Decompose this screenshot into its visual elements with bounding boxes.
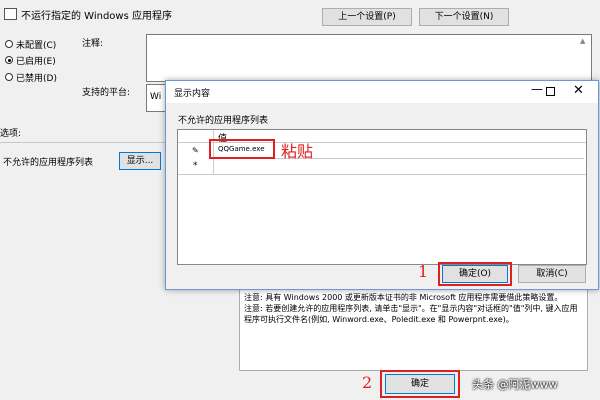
- radio-not-configured-label: 未配置(C): [16, 41, 57, 51]
- next-setting-button[interactable]: 下一个设置(N): [419, 8, 509, 26]
- window-title: 不运行指定的 Windows 应用程序: [21, 11, 172, 22]
- watermark: 头条 @阿泥www: [472, 378, 558, 391]
- prev-setting-button[interactable]: 上一个设置(P): [322, 8, 412, 26]
- dialog-title: 显示内容: [174, 89, 211, 99]
- disallowed-list-label: 不允许的应用程序列表: [3, 158, 94, 168]
- platform-label: 支持的平台:: [82, 88, 131, 98]
- help-line-2: 注意: 若要创建允许的应用程序列表, 请单击"显示"。在"显示内容"对话框的"值…: [244, 304, 578, 324]
- platform-value: Wi: [150, 92, 162, 102]
- radio-enabled-label: 已启用(E): [16, 57, 56, 67]
- radio-not-configured[interactable]: [5, 40, 13, 48]
- show-button[interactable]: 显示...: [119, 152, 161, 170]
- dialog-cancel-button[interactable]: 取消(C): [518, 265, 586, 283]
- grid-row-separator: [178, 174, 586, 175]
- comment-textarea[interactable]: [146, 34, 592, 82]
- row-marker: ✎: [192, 146, 199, 155]
- dialog-titlebar: 显示内容 — ✕: [166, 81, 598, 103]
- divider: [0, 142, 170, 143]
- comment-label: 注释:: [82, 39, 104, 49]
- policy-icon: [4, 8, 17, 20]
- radio-disabled[interactable]: [5, 73, 13, 81]
- show-contents-dialog: 显示内容 — ✕ 不允许的应用程序列表 值 ✎ QQGame.exe * 粘贴 …: [165, 80, 599, 290]
- close-icon[interactable]: ✕: [573, 83, 584, 98]
- dialog-ok-highlight: [438, 262, 512, 286]
- options-label: 选项:: [0, 129, 22, 139]
- step2-annotation: 2: [362, 373, 373, 392]
- row-marker: *: [193, 161, 198, 171]
- step1-annotation: 1: [418, 262, 429, 281]
- minimize-icon[interactable]: —: [531, 82, 543, 96]
- maximize-icon[interactable]: [546, 87, 555, 96]
- paste-annotation: 粘贴: [281, 142, 314, 161]
- ok-highlight: [380, 370, 460, 398]
- help-text-panel: 注意: 具有 Windows 2000 或更新版本证书的非 Microsoft …: [239, 287, 588, 371]
- help-line-1: 注意: 具有 Windows 2000 或更新版本证书的非 Microsoft …: [244, 293, 563, 302]
- comment-scroll-up-icon[interactable]: ▲: [580, 37, 585, 45]
- paste-highlight: [209, 139, 275, 159]
- dialog-heading: 不允许的应用程序列表: [178, 116, 269, 126]
- radio-enabled[interactable]: [5, 56, 13, 64]
- radio-disabled-label: 已禁用(D): [16, 74, 57, 84]
